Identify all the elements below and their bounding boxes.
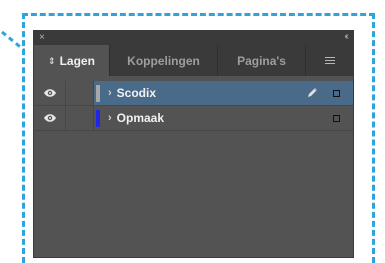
eye-icon <box>43 89 56 97</box>
panel-titlebar: × ‹‹ <box>34 31 353 45</box>
layers-panel: × ‹‹ ⇕ Lagen Koppelingen Pagina's › Scod… <box>34 31 353 257</box>
tab-label: Pagina's <box>237 53 286 68</box>
selection-box[interactable] <box>333 89 340 97</box>
lock-toggle[interactable] <box>66 81 94 105</box>
chevron-right-icon[interactable]: › <box>108 112 112 124</box>
tab-paginas[interactable]: Pagina's <box>218 45 306 76</box>
layer-row-opmaak[interactable]: › Opmaak <box>34 106 353 131</box>
selection-box[interactable] <box>333 114 340 122</box>
visibility-toggle[interactable] <box>34 106 66 130</box>
layer-list: › Scodix › Opmaak <box>34 81 353 131</box>
tab-koppelingen[interactable]: Koppelingen <box>110 45 218 76</box>
layer-row-scodix[interactable]: › Scodix <box>34 81 353 106</box>
eye-icon <box>43 114 56 122</box>
panel-tabbar: ⇕ Lagen Koppelingen Pagina's <box>34 45 353 76</box>
layer-name[interactable]: Scodix <box>117 86 305 100</box>
visibility-toggle[interactable] <box>34 81 66 105</box>
collapse-icon[interactable]: ‹‹ <box>344 31 348 43</box>
tab-lagen[interactable]: ⇕ Lagen <box>34 45 110 76</box>
layer-name[interactable]: Opmaak <box>117 111 305 125</box>
sort-arrows-icon: ⇕ <box>48 55 56 66</box>
tab-label: Lagen <box>59 53 95 68</box>
tab-label: Koppelingen <box>127 53 200 68</box>
layer-color-swatch <box>96 84 100 102</box>
lock-toggle[interactable] <box>66 106 94 130</box>
chevron-right-icon[interactable]: › <box>108 87 112 99</box>
pen-icon <box>305 87 319 99</box>
close-icon[interactable]: × <box>39 32 45 44</box>
layer-color-swatch <box>96 109 100 127</box>
panel-menu-icon[interactable] <box>306 45 353 76</box>
